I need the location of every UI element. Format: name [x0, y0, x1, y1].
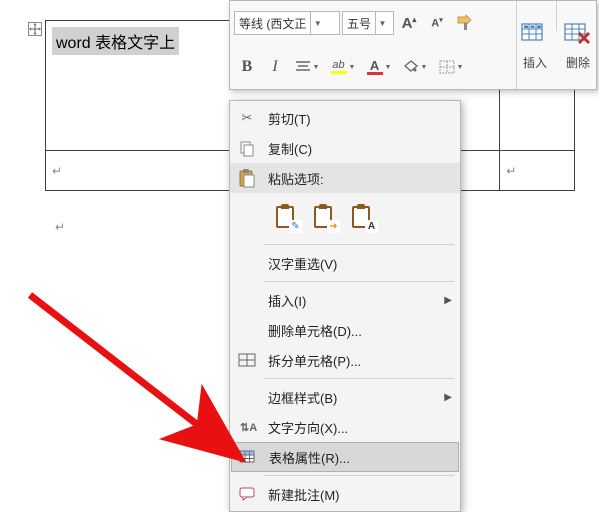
font-name-combo[interactable]: 等线 (西文正 ▼	[234, 11, 340, 35]
arrow-badge-icon: ➜	[327, 220, 340, 233]
font-name-value: 等线 (西文正	[235, 15, 310, 32]
menu-label: 新建批注(M)	[268, 485, 452, 504]
menu-label: 文字方向(X)...	[268, 418, 452, 437]
mini-toolbar: 等线 (西文正 ▼ 五号 ▼ A▴ A▾ B I ▼ ab ▼ A ▼ ▼	[229, 0, 597, 90]
svg-text:⇅A: ⇅A	[240, 422, 257, 434]
menu-label: 删除单元格(D)...	[268, 321, 452, 340]
menu-label: 边框样式(B)	[268, 388, 434, 407]
menu-label: 插入(I)	[268, 291, 434, 310]
menu-hanzi-reselect[interactable]: 汉字重选(V)	[230, 248, 460, 278]
table-properties-icon	[237, 446, 259, 468]
insert-label: 插入	[523, 54, 547, 71]
menu-split-cells[interactable]: 拆分单元格(P)...	[230, 345, 460, 375]
delete-label: 删除	[566, 54, 590, 71]
blank-icon	[236, 252, 258, 274]
paste-keep-source-button[interactable]: ✎	[270, 202, 300, 232]
menu-text-direction[interactable]: ⇅A 文字方向(X)...	[230, 412, 460, 442]
menu-label: 复制(C)	[268, 139, 452, 158]
insert-table-icon	[521, 16, 549, 54]
text-badge-icon: A	[365, 220, 378, 233]
copy-icon	[236, 137, 258, 159]
borders-button[interactable]: ▼	[434, 54, 468, 80]
menu-cut[interactable]: ✂ 剪切(T)	[230, 103, 460, 133]
menu-label: 表格属性(R)...	[269, 448, 451, 467]
font-size-value: 五号	[343, 15, 375, 32]
bold-button[interactable]: B	[234, 54, 260, 80]
menu-separator	[264, 378, 454, 379]
paragraph-mark: ↵	[55, 220, 65, 234]
chevron-down-icon[interactable]: ▼	[375, 12, 389, 34]
cell-text-selected[interactable]: word 表格文字上	[52, 27, 179, 55]
menu-copy[interactable]: 复制(C)	[230, 133, 460, 163]
align-button[interactable]: ▼	[290, 54, 324, 80]
highlight-button[interactable]: ab ▼	[326, 54, 360, 80]
submenu-arrow-icon: ▶	[444, 392, 452, 403]
menu-paste-options-header: 粘贴选项:	[230, 163, 460, 193]
grow-font-button[interactable]: A▴	[396, 10, 422, 36]
context-menu: ✂ 剪切(T) 复制(C) 粘贴选项: ✎ ➜ A 汉字重选(V) 插入(I) …	[229, 100, 461, 512]
menu-new-comment[interactable]: 新建批注(M)	[230, 479, 460, 509]
paragraph-mark: ↵	[52, 164, 62, 178]
menu-delete-cells[interactable]: 删除单元格(D)...	[230, 315, 460, 345]
blank-icon	[236, 319, 258, 341]
brush-badge-icon: ✎	[289, 220, 302, 233]
font-color-button[interactable]: A ▼	[362, 54, 396, 80]
menu-label: 汉字重选(V)	[268, 254, 452, 273]
comment-icon	[236, 483, 258, 505]
table-move-handle[interactable]	[28, 22, 42, 36]
italic-button[interactable]: I	[262, 54, 288, 80]
font-size-combo[interactable]: 五号 ▼	[342, 11, 394, 35]
split-cells-icon	[236, 349, 258, 371]
blank-icon	[236, 386, 258, 408]
paragraph-mark: ↵	[506, 164, 516, 178]
paste-text-only-button[interactable]: A	[346, 202, 376, 232]
menu-insert[interactable]: 插入(I) ▶	[230, 285, 460, 315]
paste-icon	[236, 167, 258, 189]
format-painter-button[interactable]	[452, 10, 478, 36]
menu-label: 剪切(T)	[268, 109, 452, 128]
delete-table-icon	[564, 16, 592, 54]
delete-group-button[interactable]: 删除	[560, 1, 596, 85]
submenu-arrow-icon: ▶	[444, 295, 452, 306]
blank-icon	[236, 289, 258, 311]
insert-group-button[interactable]: 插入	[517, 1, 553, 85]
table-cell[interactable]: ↵	[500, 151, 575, 191]
text-direction-icon: ⇅A	[236, 416, 258, 438]
paste-merge-button[interactable]: ➜	[308, 202, 338, 232]
menu-label: 拆分单元格(P)...	[268, 351, 452, 370]
menu-border-styles[interactable]: 边框样式(B) ▶	[230, 382, 460, 412]
paste-options-row: ✎ ➜ A	[230, 193, 460, 241]
menu-label: 粘贴选项:	[268, 169, 452, 188]
chevron-down-icon[interactable]: ▼	[310, 12, 324, 34]
scissors-icon: ✂	[236, 107, 258, 129]
menu-table-properties[interactable]: 表格属性(R)...	[231, 442, 459, 472]
shrink-font-button[interactable]: A▾	[424, 10, 450, 36]
menu-separator	[264, 244, 454, 245]
menu-separator	[264, 475, 454, 476]
shading-button[interactable]: ▼	[398, 54, 432, 80]
menu-separator	[264, 281, 454, 282]
